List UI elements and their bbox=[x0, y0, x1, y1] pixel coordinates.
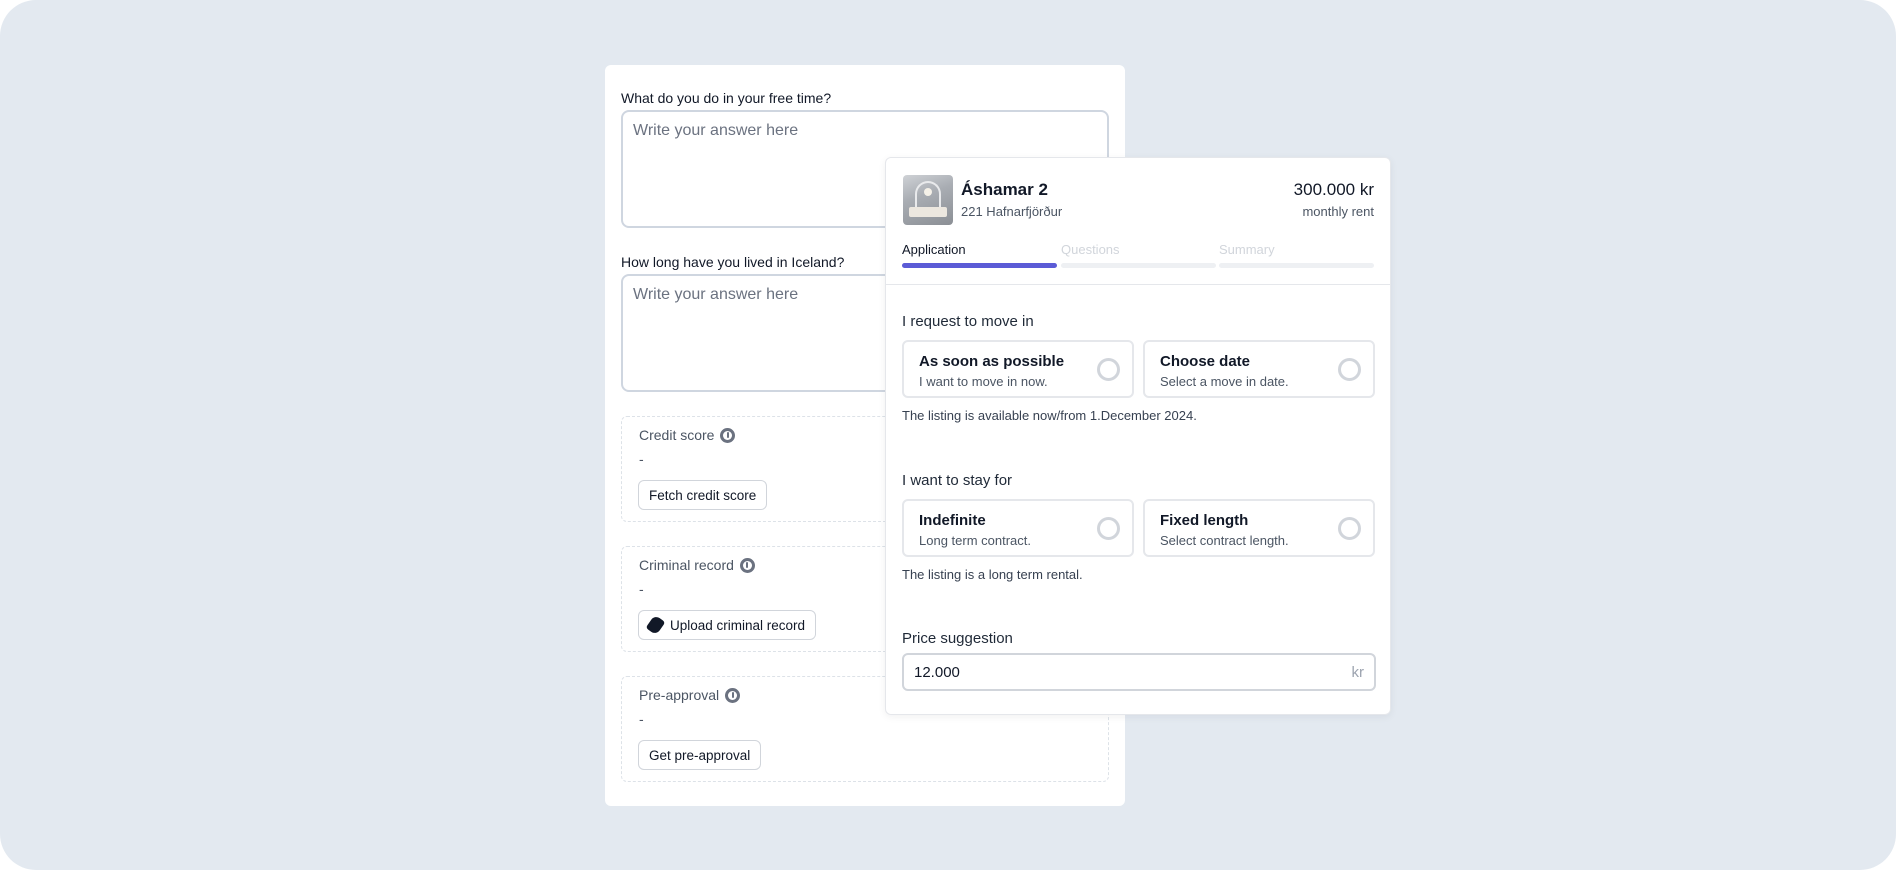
get-pre-approval-label: Get pre-approval bbox=[649, 747, 751, 763]
application-card: Áshamar 2 221 Hafnarfjörður 300.000 kr m… bbox=[885, 157, 1391, 715]
price-suggestion-input[interactable]: 12.000 kr bbox=[902, 653, 1376, 691]
info-icon[interactable] bbox=[739, 557, 755, 573]
property-thumbnail bbox=[903, 175, 953, 225]
stay-note: The listing is a long term rental. bbox=[902, 567, 1083, 582]
get-pre-approval-button[interactable]: Get pre-approval bbox=[638, 740, 762, 770]
step-questions-label: Questions bbox=[1061, 242, 1120, 257]
info-icon[interactable] bbox=[720, 427, 736, 443]
step-summary[interactable]: Summary bbox=[1219, 242, 1374, 268]
stay-indefinite-radio[interactable] bbox=[1097, 517, 1120, 540]
pre-approval-label: Pre-approval bbox=[639, 687, 720, 703]
upload-criminal-record-label: Upload criminal record bbox=[670, 617, 806, 633]
info-icon[interactable] bbox=[725, 687, 741, 703]
move-in-asap-option[interactable]: As soon as possible I want to move in no… bbox=[902, 340, 1134, 398]
move-in-title: I request to move in bbox=[902, 313, 1034, 330]
property-price: 300.000 kr bbox=[1293, 180, 1374, 199]
upload-criminal-record-button[interactable]: Upload criminal record bbox=[638, 610, 817, 640]
price-suggestion-unit: kr bbox=[1351, 664, 1365, 681]
stay-fixed-length-title: Fixed length bbox=[1160, 512, 1249, 529]
question-iceland-label: How long have you lived in Iceland? bbox=[621, 254, 845, 270]
step-summary-label: Summary bbox=[1219, 242, 1275, 257]
fetch-credit-score-button[interactable]: Fetch credit score bbox=[638, 480, 768, 510]
move-in-choose-date-title: Choose date bbox=[1160, 353, 1251, 370]
credit-score-title: Credit score bbox=[639, 427, 736, 443]
move-in-note: The listing is available now/from 1.Dece… bbox=[902, 408, 1197, 423]
pre-approval-title: Pre-approval bbox=[639, 687, 741, 703]
move-in-choose-date-option[interactable]: Choose date Select a move in date. bbox=[1143, 340, 1375, 398]
criminal-record-title: Criminal record bbox=[639, 557, 755, 573]
stay-fixed-length-option[interactable]: Fixed length Select contract length. bbox=[1143, 499, 1375, 557]
step-application[interactable]: Application bbox=[902, 242, 1057, 268]
question-free-time-label: What do you do in your free time? bbox=[621, 90, 832, 106]
stay-fixed-length-radio[interactable] bbox=[1338, 517, 1361, 540]
paperclip-icon bbox=[645, 614, 666, 636]
criminal-record-label: Criminal record bbox=[639, 557, 734, 573]
property-price-label: monthly rent bbox=[1302, 204, 1374, 219]
step-questions-progress bbox=[1061, 263, 1216, 268]
fetch-credit-score-label: Fetch credit score bbox=[649, 487, 757, 503]
step-application-label: Application bbox=[902, 242, 966, 257]
stay-indefinite-option[interactable]: Indefinite Long term contract. bbox=[902, 499, 1134, 557]
property-name: Áshamar 2 bbox=[961, 180, 1048, 199]
header-divider bbox=[886, 284, 1390, 285]
stay-title: I want to stay for bbox=[902, 472, 1013, 489]
move-in-asap-radio[interactable] bbox=[1097, 358, 1120, 381]
credit-score-value: - bbox=[639, 451, 644, 467]
step-questions[interactable]: Questions bbox=[1061, 242, 1216, 268]
move-in-asap-subtitle: I want to move in now. bbox=[919, 374, 1048, 389]
stay-indefinite-title: Indefinite bbox=[919, 512, 986, 529]
property-address: 221 Hafnarfjörður bbox=[961, 204, 1063, 219]
stay-fixed-length-subtitle: Select contract length. bbox=[1160, 533, 1289, 548]
pre-approval-value: - bbox=[639, 711, 644, 727]
credit-score-label: Credit score bbox=[639, 427, 715, 443]
background-canvas: What do you do in your free time? How lo… bbox=[0, 0, 1896, 870]
move-in-choose-date-subtitle: Select a move in date. bbox=[1160, 374, 1289, 389]
price-suggestion-title: Price suggestion bbox=[902, 630, 1013, 647]
criminal-record-value: - bbox=[639, 581, 644, 597]
step-summary-progress bbox=[1219, 263, 1374, 268]
price-suggestion-value: 12.000 bbox=[914, 664, 960, 681]
step-application-progress bbox=[902, 263, 1057, 268]
stay-indefinite-subtitle: Long term contract. bbox=[919, 533, 1031, 548]
move-in-asap-title: As soon as possible bbox=[919, 353, 1065, 370]
move-in-choose-date-radio[interactable] bbox=[1338, 358, 1361, 381]
